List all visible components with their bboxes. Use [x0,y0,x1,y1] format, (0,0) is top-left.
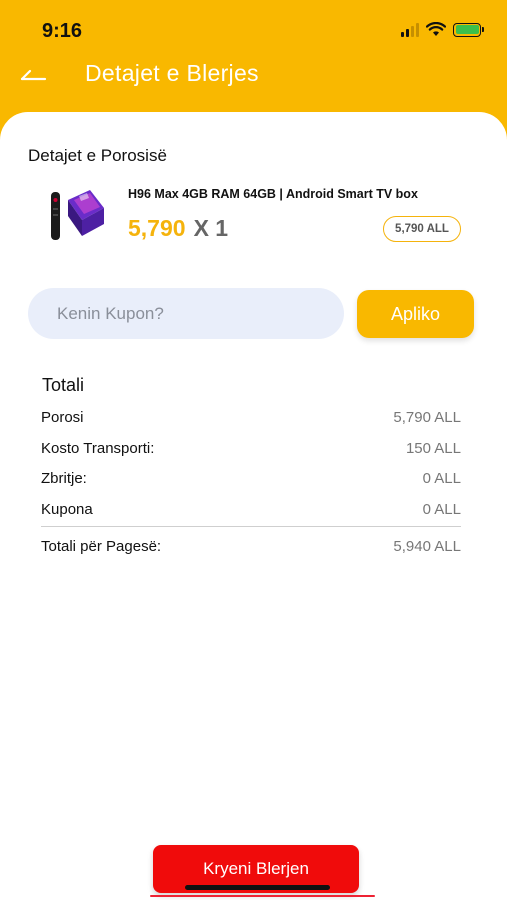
total-row-label: Kupona [41,501,93,518]
product-price: 5,790 [128,215,186,241]
grand-total-label: Totali për Pagesë: [41,538,162,555]
total-row-shipping: Kosto Transporti: 150 ALL [41,440,461,460]
battery-charging-icon [453,22,484,37]
product-image [51,190,104,240]
order-details-title: Detajet e Porosisë [28,146,167,165]
total-row-grand: Totali për Pagesë: 5,940 ALL [41,538,461,558]
line-total-badge: 5,790 ALL [383,216,461,242]
total-row-value: 5,790 ALL [393,409,461,426]
total-row-coupon: Kupona 0 ALL [41,501,461,521]
status-icons [401,22,484,37]
total-row-value: 0 ALL [422,501,461,518]
status-time: 9:16 [42,20,83,42]
product-name: H96 Max 4GB RAM 64GB | Android Smart TV … [128,187,418,201]
total-row-order: Porosi 5,790 ALL [41,409,461,429]
cellular-signal-icon [401,22,419,37]
total-row-label: Porosi [41,409,84,426]
price-row: 5,790 X 1 [128,215,228,242]
total-row-label: Kosto Transporti: [41,440,155,457]
total-row-value: 0 ALL [422,470,461,487]
total-row-label: Zbritje: [41,470,87,487]
wifi-icon [426,22,446,36]
apply-coupon-button[interactable]: Apliko [357,290,474,338]
totals-title: Totali [42,375,85,395]
nav-bar: Detajet e Blerjes [0,56,507,96]
total-row-discount: Zbritje: 0 ALL [41,470,461,490]
back-arrow-icon[interactable] [18,62,48,86]
product-quantity: X 1 [193,215,229,241]
grand-total-value: 5,940 ALL [393,538,461,555]
coupon-input[interactable] [28,288,344,339]
page-title: Detajet e Blerjes [85,60,259,86]
total-row-value: 150 ALL [405,440,461,457]
bottom-accent-line [150,895,375,897]
home-indicator [185,885,330,890]
status-bar: 9:16 [0,0,507,56]
totals-divider [41,526,461,527]
